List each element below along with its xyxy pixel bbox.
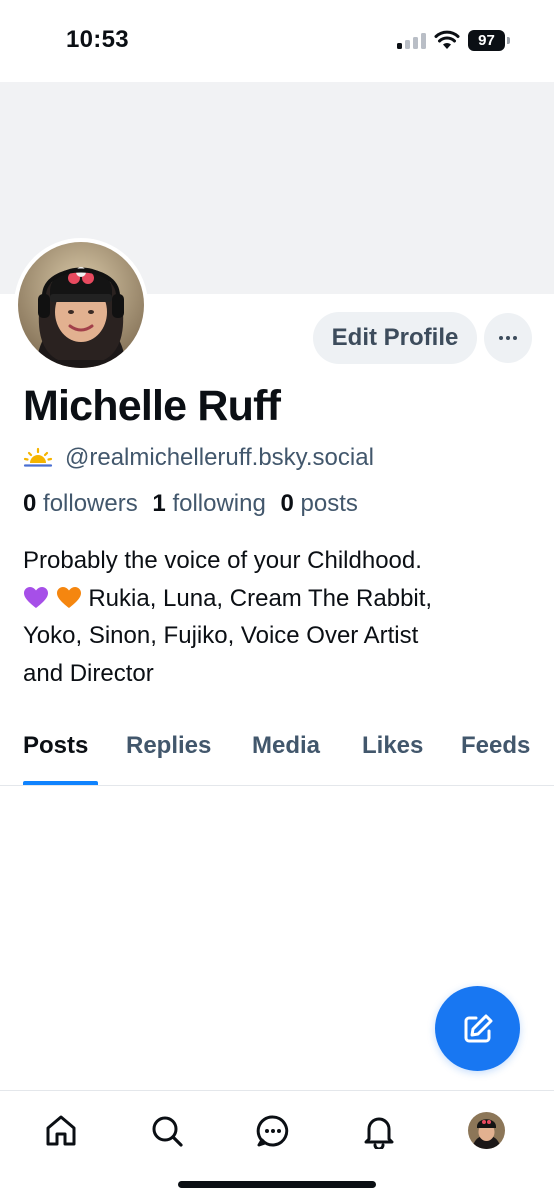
profile-bio: Probably the voice of your Childhood. Ru… [23,542,533,692]
profile-tabs: Posts Replies Media Likes Feeds [0,722,554,786]
following-count: 1 [152,490,166,517]
bio-line-1: Probably the voice of your Childhood. [23,547,422,574]
following-stat[interactable]: 1 following [152,490,265,517]
posts-stat: 0 posts [281,490,358,517]
compose-button[interactable] [435,986,520,1071]
home-indicator[interactable] [178,1181,376,1188]
more-options-button[interactable] [484,313,532,363]
profile-stats: 0 followers 1 following 0 posts [23,490,366,518]
tab-feeds[interactable]: Feeds [461,732,530,760]
tab-posts[interactable]: Posts [23,732,88,760]
tab-likes[interactable]: Likes [362,732,423,760]
following-label: following [172,490,266,517]
posts-label: posts [300,490,358,517]
display-name: Michelle Ruff [23,382,281,430]
more-dot [506,336,510,340]
chat-icon [256,1115,289,1147]
profile-avatar[interactable] [14,238,148,372]
nav-profile-avatar[interactable] [468,1112,505,1149]
bell-icon [364,1117,394,1149]
nav-notifications[interactable] [359,1111,399,1151]
active-tab-indicator [23,781,98,785]
cellular-signal-icon [397,33,427,49]
orange-heart-icon [56,586,81,608]
followers-label: followers [43,490,138,517]
search-icon [152,1116,183,1147]
tab-media[interactable]: Media [252,732,320,760]
sunrise-icon [23,447,53,467]
wifi-icon [434,30,460,49]
tab-replies[interactable]: Replies [126,732,211,760]
battery-level: 97 [468,30,505,51]
compose-icon [464,1014,492,1042]
edit-profile-button[interactable]: Edit Profile [313,312,477,364]
bio-line-3: Yoko, Sinon, Fujiko, Voice Over Artist [23,622,419,649]
battery-icon: 97 [468,30,510,51]
status-time: 10:53 [66,26,129,53]
followers-count: 0 [23,490,37,517]
posts-count: 0 [280,490,294,517]
nav-search[interactable] [147,1111,187,1151]
handle-row: @realmichelleruff.bsky.social [23,444,374,472]
nav-chat[interactable] [253,1111,293,1151]
bio-line-2-text: Rukia, Luna, Cream The Rabbit, [88,584,433,612]
home-icon [46,1115,76,1146]
bio-line-2: Rukia, Luna, Cream The Rabbit, [23,580,533,618]
bio-line-4: and Director [23,659,154,687]
followers-stat[interactable]: 0 followers [23,490,138,517]
handle-text: @realmichelleruff.bsky.social [65,444,374,471]
purple-heart-icon [24,586,48,608]
more-dot [499,336,503,340]
nav-home[interactable] [41,1111,81,1151]
more-dot [513,336,517,340]
status-bar: 10:53 97 [0,0,554,82]
